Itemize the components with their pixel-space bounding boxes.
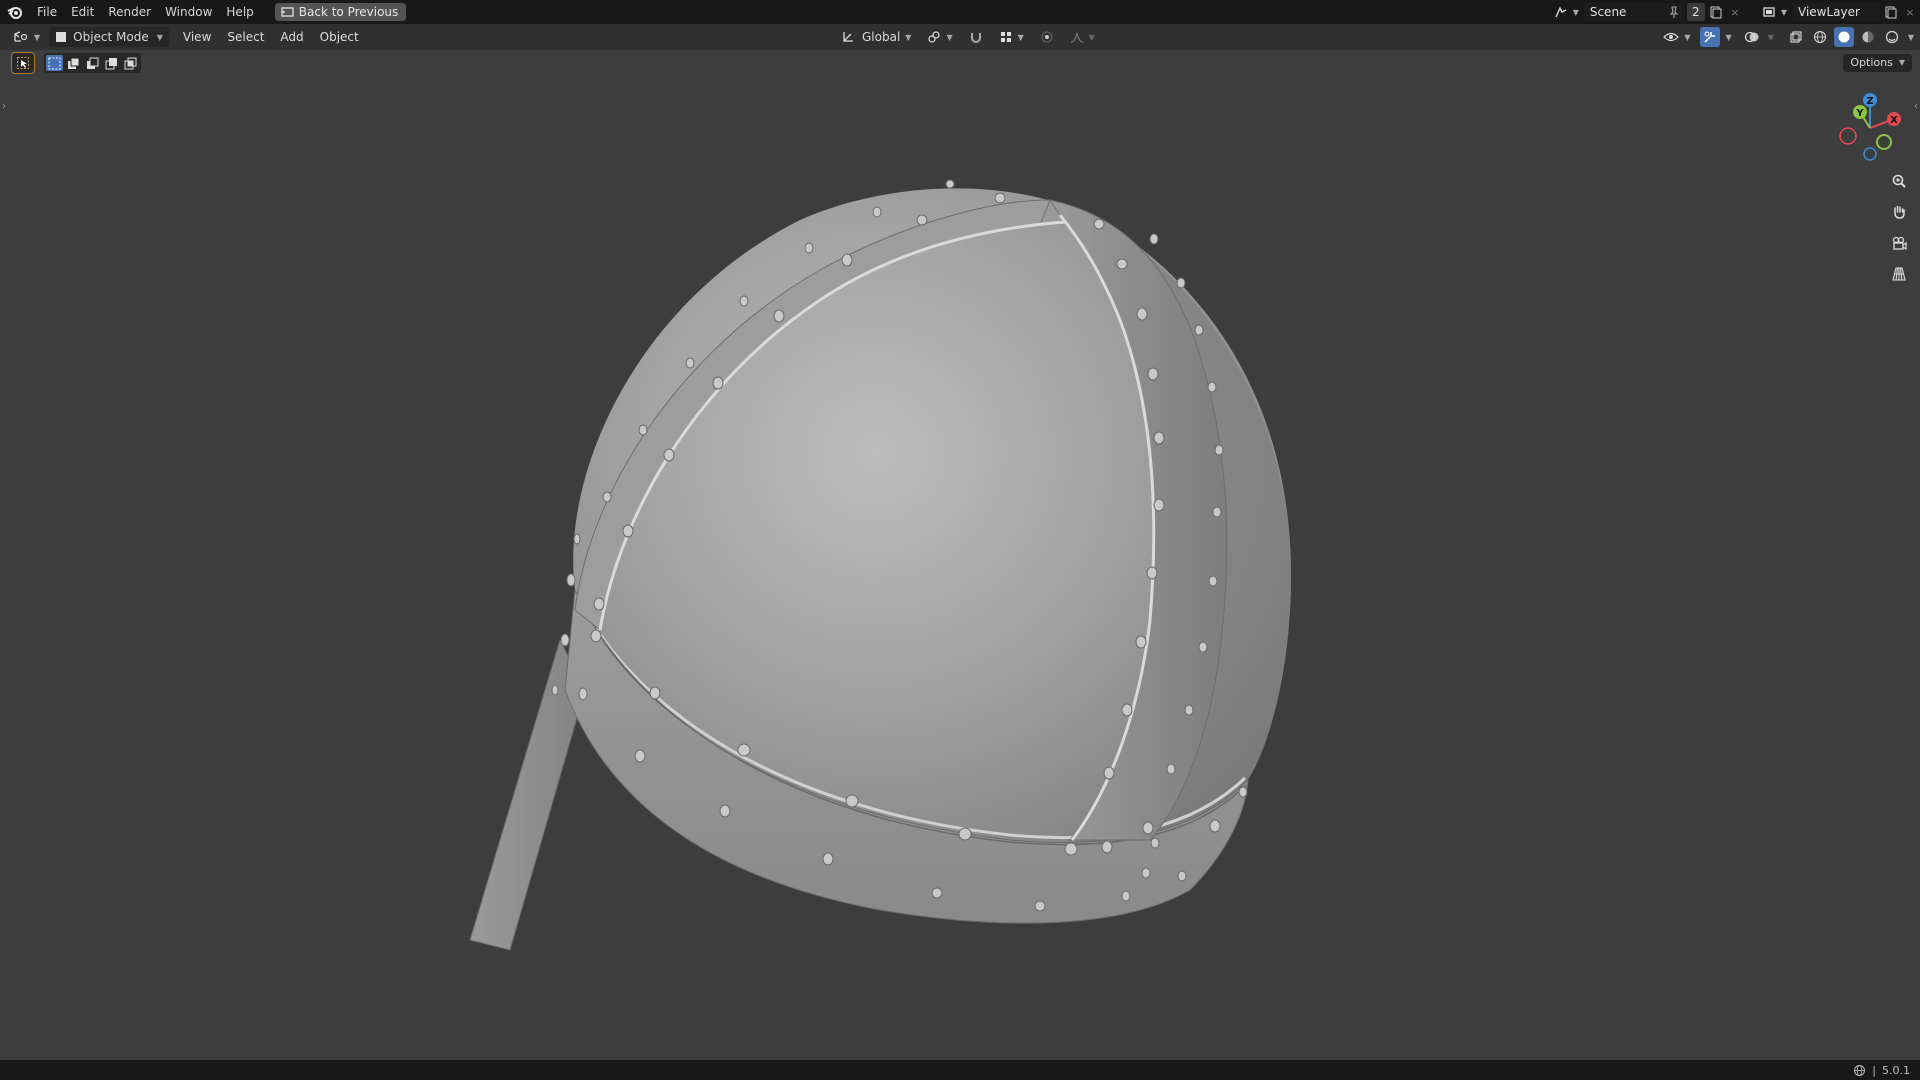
status-separator: |: [1872, 1063, 1876, 1077]
menu-edit[interactable]: Edit: [64, 0, 101, 24]
rendered-sphere-icon: [1885, 30, 1898, 44]
globe-icon: [1854, 1064, 1866, 1076]
shading-options-dropdown[interactable]: ▼: [1908, 33, 1914, 42]
delete-view-layer-icon[interactable]: ×: [1900, 2, 1920, 22]
menu-view[interactable]: View: [175, 30, 219, 44]
version-label: 5.0.1: [1882, 1063, 1910, 1077]
pin-icon[interactable]: [1663, 3, 1684, 21]
shading-material-button[interactable]: [1858, 27, 1878, 47]
scene-users-count: 2: [1686, 3, 1705, 21]
show-overlays-toggle[interactable]: [1742, 27, 1762, 47]
snap-target-select[interactable]: ▼: [994, 27, 1029, 47]
xray-icon: [1790, 31, 1802, 43]
shading-wireframe-button[interactable]: [1810, 27, 1830, 47]
view-layer-name-field[interactable]: ViewLayer: [1792, 3, 1880, 21]
transform-orientation-label: Global: [862, 30, 901, 44]
view-layer-selector-button[interactable]: ▼: [1757, 2, 1792, 22]
orientation-global-icon: [843, 32, 853, 42]
transform-orientation-select[interactable]: Global ▼: [836, 27, 916, 47]
scene-name-field[interactable]: Scene: [1583, 3, 1664, 21]
new-scene-icon[interactable]: [1705, 2, 1725, 22]
object-visibility-select[interactable]: ▼: [1658, 27, 1695, 47]
scene-selector-button[interactable]: ▼: [1549, 2, 1584, 22]
shading-solid-button[interactable]: [1833, 27, 1854, 47]
back-to-previous-label: Back to Previous: [298, 5, 399, 19]
status-bar: | 5.0.1: [0, 1060, 1920, 1080]
menu-select[interactable]: Select: [219, 30, 272, 44]
material-sphere-icon: [1862, 31, 1874, 43]
menu-file[interactable]: File: [30, 0, 64, 24]
menu-object[interactable]: Object: [312, 30, 367, 44]
proportional-editing-toggle[interactable]: [1035, 27, 1059, 47]
overlays-icon: [1744, 31, 1759, 43]
object-mode-select[interactable]: Object Mode ▼: [49, 27, 169, 47]
gizmo-icon: [1704, 31, 1715, 43]
helmet-model[interactable]: [0, 50, 1920, 1060]
pivot-point-select[interactable]: ▼: [922, 27, 957, 47]
show-gizmo-toggle[interactable]: [1699, 27, 1720, 47]
overlays-options-dropdown[interactable]: ▼: [1768, 33, 1774, 42]
view-layer-icon: [1763, 7, 1775, 17]
proportional-editing-icon: [1041, 31, 1053, 43]
snap-toggle[interactable]: [964, 27, 988, 47]
menu-render[interactable]: Render: [101, 0, 158, 24]
magnet-icon: [970, 33, 981, 43]
gizmo-options-dropdown[interactable]: ▼: [1726, 33, 1732, 42]
delete-scene-icon[interactable]: ×: [1725, 2, 1745, 22]
eye-icon: [1663, 32, 1680, 42]
pivot-icon: [928, 31, 941, 43]
top-menu-bar: File Edit Render Window Help Back to Pre…: [0, 0, 1920, 24]
menu-add[interactable]: Add: [272, 30, 311, 44]
new-view-layer-icon[interactable]: [1880, 2, 1900, 22]
xray-toggle[interactable]: [1786, 27, 1806, 47]
editor-type-button[interactable]: ▼: [8, 27, 45, 47]
menu-help[interactable]: Help: [219, 0, 260, 24]
menu-window[interactable]: Window: [158, 0, 219, 24]
viewport-header: ▼ Object Mode ▼ View Select Add Object G…: [0, 24, 1920, 50]
back-to-previous-button[interactable]: Back to Previous: [274, 3, 407, 21]
screen-icon: [281, 6, 294, 17]
snap-grid-icon: [1000, 32, 1011, 42]
shading-rendered-button[interactable]: [1882, 27, 1902, 47]
proportional-falloff-select[interactable]: ▼: [1065, 27, 1100, 47]
scene-icon: [1555, 6, 1567, 18]
solid-sphere-icon: [1838, 31, 1850, 43]
3d-viewport-icon: [14, 31, 28, 42]
mode-label: Object Mode: [73, 30, 149, 44]
blender-logo-icon[interactable]: [0, 0, 30, 24]
falloff-curve-icon: [1070, 32, 1083, 43]
wireframe-sphere-icon: [1813, 31, 1826, 43]
object-mode-icon: [56, 32, 67, 42]
